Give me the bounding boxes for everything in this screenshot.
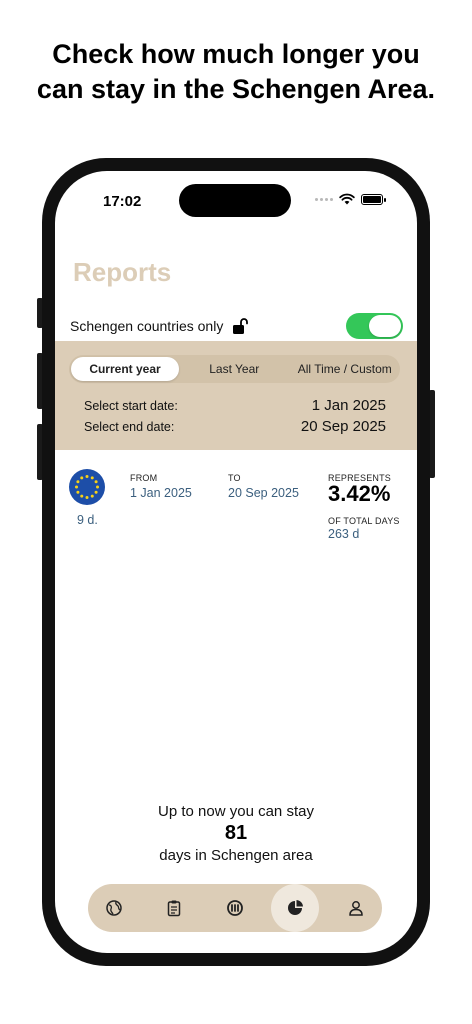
unlock-icon[interactable] xyxy=(231,317,249,335)
total-days-label: OF TOTAL DAYS xyxy=(328,516,400,526)
date-range-panel: Current year Last Year All Time / Custom… xyxy=(55,341,417,450)
total-days-value: 263 d xyxy=(328,527,360,541)
tab-reports[interactable] xyxy=(271,884,319,932)
from-label: FROM xyxy=(130,473,158,483)
tab-profile[interactable] xyxy=(336,888,376,928)
status-icons xyxy=(315,193,386,205)
to-value: 20 Sep 2025 xyxy=(228,486,299,500)
schengen-filter-label: Schengen countries only xyxy=(70,318,224,334)
app-screen: 17:02 Reports Schengen countries only Cu… xyxy=(55,171,417,953)
tab-globe[interactable] xyxy=(94,888,134,928)
status-time: 17:02 xyxy=(103,193,142,210)
tab-last-year[interactable]: Last Year xyxy=(179,357,290,381)
page-title: Reports xyxy=(73,257,172,287)
from-value: 1 Jan 2025 xyxy=(130,486,192,500)
stay-suffix: days in Schengen area xyxy=(159,847,313,864)
clipboard-icon xyxy=(167,900,181,917)
tab-schengen[interactable] xyxy=(215,888,255,928)
range-segmented-control: Current year Last Year All Time / Custom xyxy=(69,355,400,383)
tab-clipboard[interactable] xyxy=(154,888,194,928)
globe-icon xyxy=(106,900,122,916)
eu-flag-icon xyxy=(69,469,105,505)
remaining-days-number: 81 xyxy=(224,822,248,844)
wifi-icon xyxy=(339,193,355,205)
promo-headline: Check how much longer you can stay in th… xyxy=(36,39,436,104)
remaining-stay-summary: Up to now you can stay 81 days in Scheng… xyxy=(55,803,417,864)
schengen-filter-row: Schengen countries only xyxy=(70,311,403,341)
battery-icon xyxy=(361,193,386,205)
start-date-label: Select start date: xyxy=(84,398,178,413)
schengen-toggle[interactable] xyxy=(346,313,403,339)
tab-all-time-custom[interactable]: All Time / Custom xyxy=(290,357,401,381)
end-date-label: Select end date: xyxy=(84,419,175,434)
schengen-icon xyxy=(227,900,243,916)
tab-current-year[interactable]: Current year xyxy=(71,357,179,381)
pie-chart-icon xyxy=(288,900,303,915)
stay-prefix: Up to now you can stay xyxy=(158,803,314,820)
toggle-knob xyxy=(369,315,401,337)
bottom-tab-bar xyxy=(88,884,382,932)
end-date-row[interactable]: Select end date: 20 Sep 2025 xyxy=(84,418,386,435)
person-icon xyxy=(349,901,363,916)
start-date-row[interactable]: Select start date: 1 Jan 2025 xyxy=(84,397,386,414)
report-card[interactable]: 9 d. FROM 1 Jan 2025 TO 20 Sep 2025 REPR… xyxy=(55,461,417,557)
start-date-value[interactable]: 1 Jan 2025 xyxy=(312,397,386,414)
schengen-days-count: 9 d. xyxy=(77,513,98,527)
signal-icon xyxy=(315,197,333,201)
dynamic-island xyxy=(179,184,291,217)
to-label: TO xyxy=(228,473,241,483)
end-date-value[interactable]: 20 Sep 2025 xyxy=(301,418,386,435)
percentage-value: 3.42% xyxy=(328,481,391,506)
